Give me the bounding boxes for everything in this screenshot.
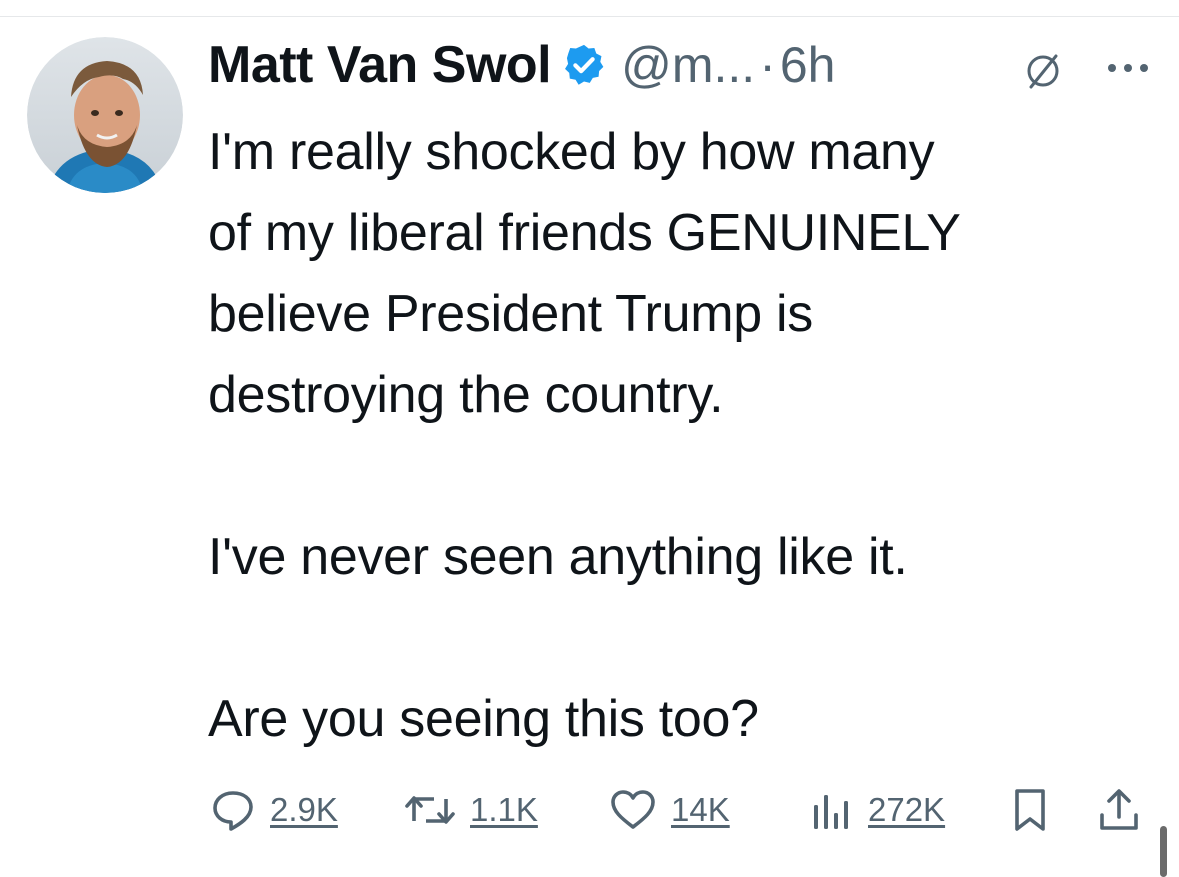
repost-icon: [404, 787, 456, 833]
grok-icon[interactable]: [1022, 50, 1064, 92]
heart-icon: [609, 787, 657, 833]
repost-button[interactable]: 1.1K: [404, 778, 538, 842]
author-name[interactable]: Matt Van Swol: [208, 35, 552, 95]
avatar[interactable]: [27, 37, 183, 193]
verified-badge-icon[interactable]: [561, 42, 607, 88]
top-divider: [0, 16, 1179, 17]
repost-count: 1.1K: [470, 791, 538, 828]
like-count: 14K: [671, 791, 730, 828]
author-handle[interactable]: @m...: [621, 36, 755, 94]
tweet-header: Matt Van Swol @m... · 6h: [208, 30, 835, 100]
views-icon: [808, 787, 854, 833]
action-bar: 2.9K 1.1K 14K 272K: [0, 778, 1179, 842]
reply-icon: [210, 787, 256, 833]
views-button[interactable]: 272K: [808, 778, 945, 842]
more-icon[interactable]: [1104, 58, 1152, 78]
view-count: 272K: [868, 791, 946, 828]
bookmark-button[interactable]: [1010, 778, 1050, 842]
reply-count: 2.9K: [270, 791, 338, 828]
timestamp[interactable]: 6h: [780, 36, 836, 94]
like-button[interactable]: 14K: [609, 778, 730, 842]
reply-button[interactable]: 2.9K: [210, 778, 338, 842]
tweet-text: I'm really shocked by how many of my lib…: [208, 123, 961, 748]
share-button[interactable]: [1096, 778, 1142, 842]
scrollbar-thumb[interactable]: [1160, 826, 1167, 877]
share-icon: [1096, 786, 1142, 834]
separator-dot: ·: [759, 37, 776, 93]
bookmark-icon: [1010, 786, 1050, 834]
